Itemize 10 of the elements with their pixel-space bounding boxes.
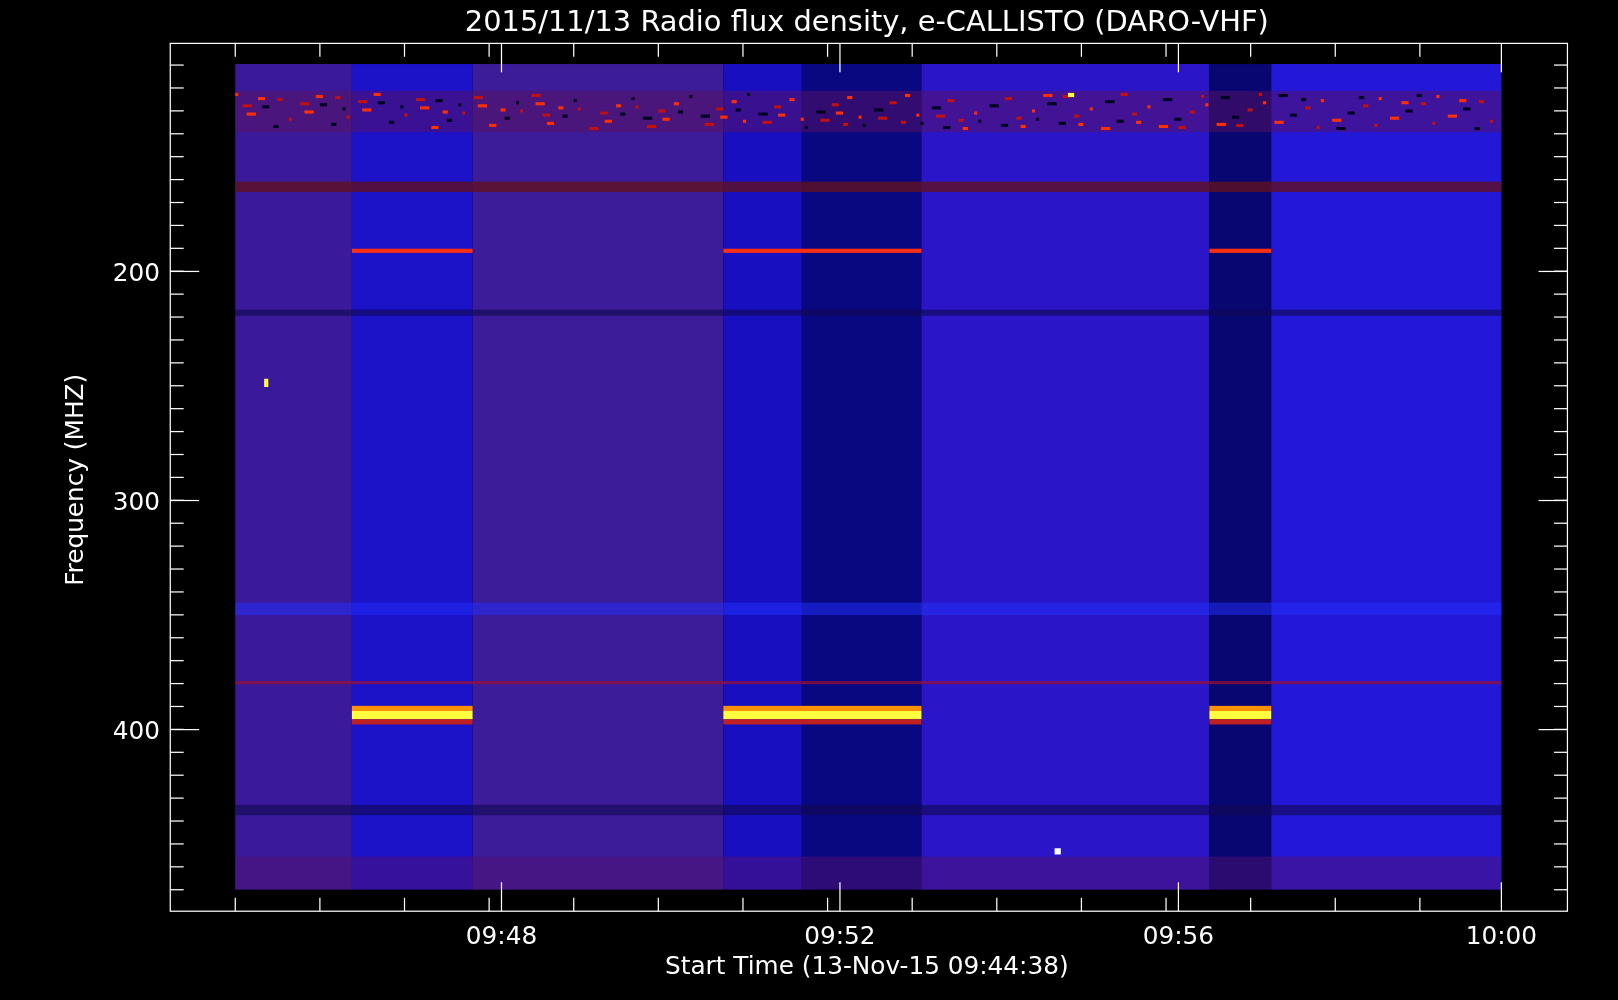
x-axis-label: Start Time (13-Nov-15 09:44:38) [665, 951, 1069, 981]
x-tick-label: 09:48 [465, 921, 538, 951]
y-tick-label: 200 [112, 257, 160, 287]
x-tick-label: 09:56 [1142, 921, 1215, 951]
x-tick-label: 09:52 [804, 921, 876, 951]
y-tick-label: 400 [112, 715, 160, 745]
chart-title: 2015/11/13 Radio flux density, e-CALLISTO (DARO-VHF) [464, 4, 1269, 38]
y-tick-label: 300 [112, 486, 160, 516]
y-axis-label: Frequency (MHZ) [59, 373, 89, 586]
x-tick-label: 10:00 [1465, 921, 1538, 951]
